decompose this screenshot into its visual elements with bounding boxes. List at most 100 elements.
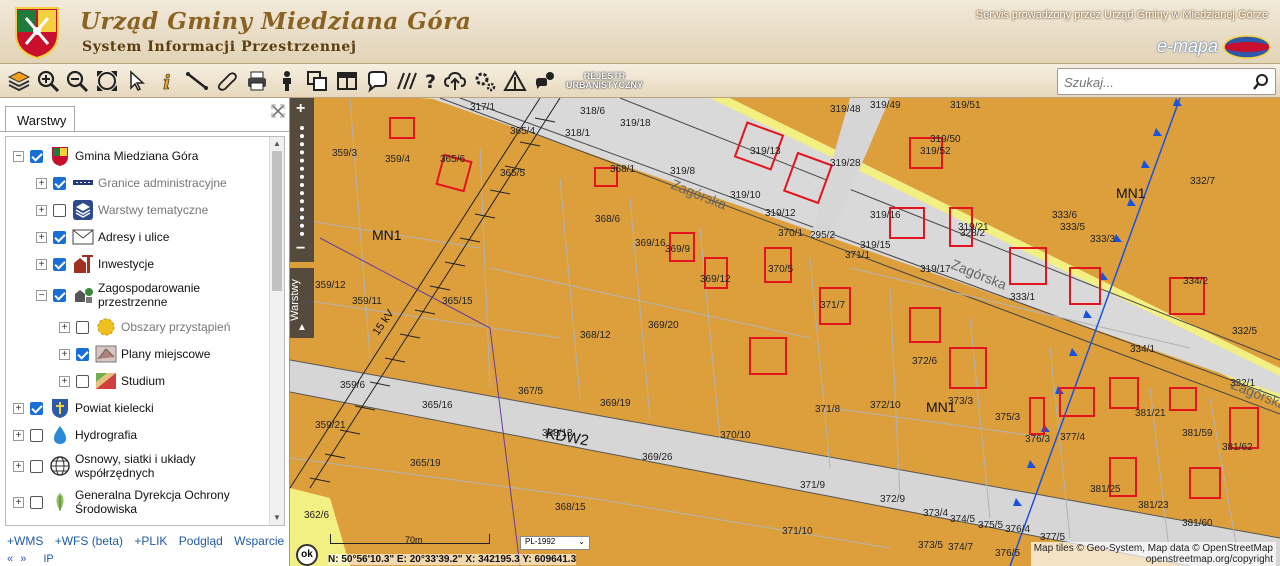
- parcel-number: 319/13: [750, 146, 781, 157]
- layers-tool-icon[interactable]: [6, 68, 32, 94]
- parcel-number: 319/49: [870, 100, 901, 111]
- link-plik[interactable]: +PLIK: [134, 534, 167, 548]
- collapse-icon[interactable]: −: [13, 150, 24, 162]
- layer-label[interactable]: Warstwy tematyczne: [98, 203, 208, 217]
- layer-label[interactable]: Hydrografia: [75, 428, 137, 442]
- layer-checkbox[interactable]: [30, 459, 43, 473]
- expand-icon[interactable]: +: [13, 429, 24, 441]
- zoom-in-icon[interactable]: [35, 68, 61, 94]
- layer-checkbox[interactable]: [30, 401, 43, 415]
- emapa-brand[interactable]: e-mapa: [1157, 36, 1218, 57]
- layer-checkbox[interactable]: [53, 230, 66, 244]
- layer-checkbox[interactable]: [30, 149, 43, 163]
- upload-cloud-icon[interactable]: [442, 68, 468, 94]
- layer-label[interactable]: Zagospodarowanie przestrzenne: [98, 281, 228, 309]
- nav-next[interactable]: »: [20, 553, 26, 565]
- compare-icon[interactable]: [304, 68, 330, 94]
- parcel-number: 319/17: [920, 264, 951, 275]
- rejestr-urbanistyczny-button[interactable]: REJESTR URBANISTYCZNY: [566, 72, 643, 90]
- expand-icon[interactable]: +: [59, 321, 70, 333]
- link-icon[interactable]: [214, 68, 240, 94]
- expand-icon[interactable]: +: [13, 496, 24, 508]
- parcel-number: 369/9: [665, 244, 690, 255]
- attribution-link[interactable]: openstreetmap.org/copyright: [1034, 554, 1273, 565]
- tab-warstwy[interactable]: Warstwy: [5, 106, 75, 132]
- comment-icon[interactable]: [364, 68, 390, 94]
- collapse-icon[interactable]: −: [36, 289, 47, 301]
- expand-icon[interactable]: +: [36, 258, 47, 270]
- map-view[interactable]: 317/1 318/6 319/18 319/48 319/49 319/51 365/4 3…: [290, 98, 1280, 566]
- scroll-up-icon[interactable]: ▲: [273, 139, 281, 148]
- link-wsparcie[interactable]: Wsparcie: [234, 534, 284, 548]
- layer-checkbox[interactable]: [53, 257, 66, 271]
- map-canvas[interactable]: 317/1 318/6 319/18 319/48 319/49 319/51 365/4 3…: [290, 98, 1280, 566]
- layer-label[interactable]: Granice administracyjne: [98, 176, 227, 190]
- link-wms[interactable]: +WMS: [7, 534, 43, 548]
- users-icon[interactable]: [532, 68, 558, 94]
- search-input[interactable]: [1064, 73, 1244, 91]
- close-panel-icon[interactable]: [271, 104, 285, 118]
- zoom-slider[interactable]: + −: [290, 98, 314, 262]
- link-podglad[interactable]: Podgląd: [179, 534, 223, 548]
- pointer-icon[interactable]: [124, 68, 150, 94]
- expand-icon[interactable]: +: [59, 375, 70, 387]
- measure-icon[interactable]: [184, 68, 210, 94]
- layer-label[interactable]: Gmina Miedziana Góra: [75, 149, 198, 163]
- ok-button[interactable]: ok: [296, 544, 318, 566]
- layer-checkbox[interactable]: [53, 176, 66, 190]
- settings-icon[interactable]: [472, 68, 498, 94]
- layer-gdos: + Generalna Dyrekcja Ochrony Środowiska: [13, 486, 235, 518]
- nav-ip[interactable]: IP: [43, 553, 53, 565]
- globe-icon: [50, 456, 70, 476]
- parcel-number: 359/21: [315, 420, 346, 431]
- zoom-out-icon[interactable]: [64, 68, 90, 94]
- scroll-down-icon[interactable]: ▼: [273, 513, 281, 522]
- parcel-number: 374/5: [950, 514, 975, 525]
- layout-icon[interactable]: [334, 68, 360, 94]
- nav-prev[interactable]: «: [7, 553, 13, 565]
- zoom-plus-icon[interactable]: +: [296, 100, 305, 118]
- layer-label[interactable]: Powiat kielecki: [75, 401, 154, 415]
- layer-label[interactable]: Studium: [121, 374, 165, 388]
- expand-icon[interactable]: +: [59, 348, 70, 360]
- print-icon[interactable]: [244, 68, 270, 94]
- layer-label[interactable]: Generalna Dyrekcja Ochrony Środowiska: [75, 488, 235, 516]
- layer-tree-scrollbar[interactable]: ▲ ▼: [269, 137, 284, 525]
- layer-checkbox[interactable]: [76, 320, 89, 334]
- expand-icon[interactable]: +: [36, 204, 47, 216]
- info-icon[interactable]: i: [154, 68, 180, 94]
- scroll-thumb[interactable]: [272, 151, 282, 291]
- expand-icon[interactable]: +: [36, 177, 47, 189]
- geosystem-logo-icon[interactable]: [1222, 34, 1272, 60]
- expand-icon[interactable]: +: [36, 231, 47, 243]
- layer-checkbox[interactable]: [53, 203, 66, 217]
- parcel-number: 376/3: [1025, 434, 1050, 445]
- link-wfs[interactable]: +WFS (beta): [55, 534, 123, 548]
- expand-icon[interactable]: +: [13, 460, 24, 472]
- layer-checkbox[interactable]: [30, 428, 43, 442]
- layer-checkbox[interactable]: [30, 495, 43, 509]
- parcel-number: 365/19: [410, 458, 441, 469]
- help-icon[interactable]: ?: [418, 68, 444, 94]
- layer-label[interactable]: Osnowy, siatki i układy współrzędnych: [75, 452, 215, 480]
- layer-label[interactable]: Adresy i ulice: [98, 230, 169, 244]
- layer-checkbox[interactable]: [76, 347, 89, 361]
- full-extent-icon[interactable]: [94, 68, 120, 94]
- search-icon[interactable]: [1252, 73, 1270, 91]
- parcel-number: 374/7: [948, 542, 973, 553]
- layer-checkbox[interactable]: [53, 288, 66, 302]
- layer-studium: + Studium: [59, 368, 165, 394]
- expand-icon[interactable]: +: [13, 402, 24, 414]
- warning-icon[interactable]: [502, 68, 528, 94]
- layer-label[interactable]: Inwestycje: [98, 257, 154, 271]
- layer-powiat: + Powiat kielecki: [13, 395, 154, 421]
- layer-label[interactable]: Obszary przystąpień: [121, 320, 230, 334]
- street-view-icon[interactable]: [274, 68, 300, 94]
- hatch-icon[interactable]: [393, 68, 419, 94]
- side-tab-warstwy[interactable]: Warstwy ▲: [290, 268, 314, 338]
- zoom-track[interactable]: [300, 126, 304, 236]
- layer-label[interactable]: Plany miejscowe: [121, 347, 210, 361]
- crs-select[interactable]: PL-1992 ⌄: [520, 536, 590, 550]
- zoom-minus-icon[interactable]: −: [296, 240, 305, 258]
- layer-checkbox[interactable]: [76, 374, 89, 388]
